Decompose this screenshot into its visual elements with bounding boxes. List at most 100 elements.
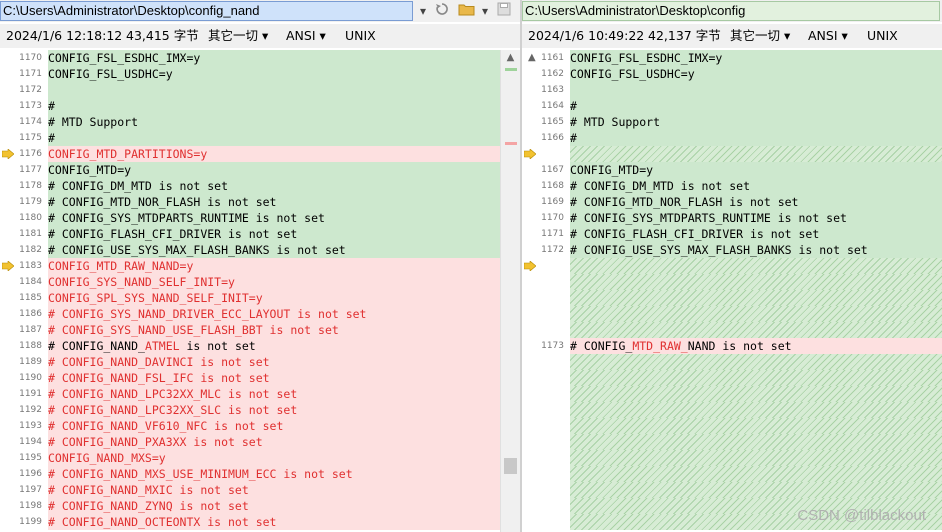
code-line[interactable]: 1173 # CONFIG_MTD_RAW_NAND is not set xyxy=(522,338,942,354)
code-line[interactable]: 1165 # MTD Support xyxy=(522,114,942,130)
folder-icon[interactable] xyxy=(456,2,478,20)
code-line[interactable]: 1178 # CONFIG_DM_MTD is not set xyxy=(0,178,500,194)
code-line[interactable] xyxy=(522,402,942,418)
right-filter-select[interactable]: 其它一切 ▾ xyxy=(730,24,790,48)
code-line[interactable] xyxy=(522,466,942,482)
code-line[interactable]: 1172 # CONFIG_USE_SYS_MAX_FLASH_BANKS is … xyxy=(522,242,942,258)
line-text: CONFIG_MTD_PARTITIONS=y xyxy=(48,146,500,162)
right-encoding-select[interactable]: ANSI ▾ xyxy=(808,24,848,48)
line-text: # CONFIG_SYS_NAND_USE_FLASH_BBT is not s… xyxy=(48,322,500,338)
refresh-icon[interactable] xyxy=(434,2,450,20)
code-line[interactable] xyxy=(522,322,942,338)
code-line[interactable]: 1161 CONFIG_FSL_ESDHC_IMX=y xyxy=(522,50,942,66)
code-line[interactable] xyxy=(522,370,942,386)
code-line[interactable]: 1162 CONFIG_FSL_USDHC=y xyxy=(522,66,942,82)
save-icon[interactable] xyxy=(494,2,514,20)
code-line[interactable]: 1170 CONFIG_FSL_ESDHC_IMX=y xyxy=(0,50,500,66)
code-line[interactable]: 1191 # CONFIG_NAND_LPC32XX_MLC is not set xyxy=(0,386,500,402)
left-scrollbar[interactable]: ▲ xyxy=(500,50,520,532)
code-line[interactable]: 1172 xyxy=(0,82,500,98)
code-line[interactable]: 1180 # CONFIG_SYS_MTDPARTS_RUNTIME is not… xyxy=(0,210,500,226)
code-line[interactable]: 1189 # CONFIG_NAND_DAVINCI is not set xyxy=(0,354,500,370)
line-number: 1189 xyxy=(19,357,42,367)
right-eol[interactable]: UNIX xyxy=(867,24,898,48)
code-line[interactable]: 1182 # CONFIG_USE_SYS_MAX_FLASH_BANKS is … xyxy=(0,242,500,258)
code-line[interactable]: 1190 # CONFIG_NAND_FSL_IFC is not set xyxy=(0,370,500,386)
code-line[interactable]: 1188 # CONFIG_NAND_ATMEL is not set xyxy=(0,338,500,354)
code-line[interactable] xyxy=(522,354,942,370)
code-line[interactable]: 1177 CONFIG_MTD=y xyxy=(0,162,500,178)
line-text xyxy=(570,450,942,466)
code-line[interactable]: 1173 # xyxy=(0,98,500,114)
left-eol[interactable]: UNIX xyxy=(345,24,376,48)
code-line[interactable]: 1171 # CONFIG_FLASH_CFI_DRIVER is not set xyxy=(522,226,942,242)
code-line[interactable] xyxy=(522,418,942,434)
arrow-right-icon xyxy=(2,261,14,271)
code-line[interactable]: 1183 CONFIG_MTD_RAW_NAND=y xyxy=(0,258,500,274)
code-line[interactable]: 1167 CONFIG_MTD=y xyxy=(522,162,942,178)
code-line[interactable] xyxy=(522,258,942,274)
code-line[interactable]: 1194 # CONFIG_NAND_PXA3XX is not set xyxy=(0,434,500,450)
code-line[interactable] xyxy=(522,274,942,290)
line-number: 1180 xyxy=(19,213,42,223)
code-line[interactable]: 1164 # xyxy=(522,98,942,114)
code-line[interactable]: 1174 # MTD Support xyxy=(0,114,500,130)
code-line[interactable]: 1171 CONFIG_FSL_USDHC=y xyxy=(0,66,500,82)
left-code-area[interactable]: 1170 CONFIG_FSL_ESDHC_IMX=y 1171 CONFIG_FSL… xyxy=(0,50,500,532)
code-line[interactable]: 1199 # CONFIG_NAND_OCTEONTX is not set xyxy=(0,514,500,530)
code-line[interactable]: 1193 # CONFIG_NAND_VF610_NFC is not set xyxy=(0,418,500,434)
line-text xyxy=(570,482,942,498)
line-text: # CONFIG_MTD_RAW_NAND is not set xyxy=(570,338,942,354)
line-number: 1196 xyxy=(19,469,42,479)
left-filter-select[interactable]: 其它一切 ▾ xyxy=(208,24,268,48)
code-line[interactable] xyxy=(522,482,942,498)
code-line[interactable] xyxy=(522,146,942,162)
left-encoding-select[interactable]: ANSI ▾ xyxy=(286,24,326,48)
code-line[interactable]: 1179 # CONFIG_MTD_NOR_FLASH is not set xyxy=(0,194,500,210)
line-text: # CONFIG_NAND_MXIC is not set xyxy=(48,482,500,498)
scroll-thumb[interactable] xyxy=(504,458,517,474)
left-path-input[interactable]: C:\Users\Administrator\Desktop\config_na… xyxy=(0,1,413,21)
right-path-input[interactable]: C:\Users\Administrator\Desktop\config xyxy=(522,1,940,21)
code-line[interactable]: 1184 CONFIG_SYS_NAND_SELF_INIT=y xyxy=(0,274,500,290)
code-line[interactable]: 1176 CONFIG_MTD_PARTITIONS=y xyxy=(0,146,500,162)
line-text: # CONFIG_NAND_MXS_USE_MINIMUM_ECC is not… xyxy=(48,466,500,482)
code-line[interactable]: 1170 # CONFIG_SYS_MTDPARTS_RUNTIME is not… xyxy=(522,210,942,226)
line-text: # CONFIG_DM_MTD is not set xyxy=(48,178,500,194)
code-line[interactable] xyxy=(522,386,942,402)
watermark: CSDN @tilblackout xyxy=(797,507,926,524)
code-line[interactable]: 1169 # CONFIG_MTD_NOR_FLASH is not set xyxy=(522,194,942,210)
code-line[interactable]: 1166 # xyxy=(522,130,942,146)
code-line[interactable]: 1175 # xyxy=(0,130,500,146)
code-line[interactable] xyxy=(522,290,942,306)
code-line[interactable]: 1192 # CONFIG_NAND_LPC32XX_SLC is not set xyxy=(0,402,500,418)
line-text: # CONFIG_SYS_MTDPARTS_RUNTIME is not set xyxy=(48,210,500,226)
code-line[interactable]: 1187 # CONFIG_SYS_NAND_USE_FLASH_BBT is n… xyxy=(0,322,500,338)
chevron-down-icon[interactable]: ▾ xyxy=(479,2,491,20)
line-text: CONFIG_MTD_RAW_NAND=y xyxy=(48,258,500,274)
code-line[interactable]: 1197 # CONFIG_NAND_MXIC is not set xyxy=(0,482,500,498)
code-line[interactable]: 1163 xyxy=(522,82,942,98)
code-line[interactable]: 1196 # CONFIG_NAND_MXS_USE_MINIMUM_ECC is… xyxy=(0,466,500,482)
code-line[interactable]: 1198 # CONFIG_NAND_ZYNQ is not set xyxy=(0,498,500,514)
code-line[interactable] xyxy=(522,434,942,450)
line-text: # MTD Support xyxy=(48,114,500,130)
code-line[interactable]: 1168 # CONFIG_DM_MTD is not set xyxy=(522,178,942,194)
right-path-bar: C:\Users\Administrator\Desktop\config xyxy=(522,0,942,22)
code-line[interactable] xyxy=(522,306,942,322)
line-number: 1173 xyxy=(19,101,42,111)
code-line[interactable]: 1195 CONFIG_NAND_MXS=y xyxy=(0,450,500,466)
line-text xyxy=(570,146,942,162)
right-code-area[interactable]: 1161 CONFIG_FSL_ESDHC_IMX=y 1162 CONFIG_FSL… xyxy=(522,50,942,532)
right-scrollbar[interactable]: ▲ xyxy=(522,50,570,532)
chevron-down-icon[interactable]: ▾ xyxy=(416,2,430,20)
scroll-up-icon[interactable]: ▲ xyxy=(528,52,536,63)
code-line[interactable]: 1181 # CONFIG_FLASH_CFI_DRIVER is not set xyxy=(0,226,500,242)
line-text: # CONFIG_NAND_FSL_IFC is not set xyxy=(48,370,500,386)
scroll-up-icon[interactable]: ▲ xyxy=(501,52,520,66)
code-line[interactable] xyxy=(522,450,942,466)
line-number: 1175 xyxy=(19,133,42,143)
code-line[interactable]: 1185 CONFIG_SPL_SYS_NAND_SELF_INIT=y xyxy=(0,290,500,306)
line-text xyxy=(570,418,942,434)
code-line[interactable]: 1186 # CONFIG_SYS_NAND_DRIVER_ECC_LAYOUT … xyxy=(0,306,500,322)
